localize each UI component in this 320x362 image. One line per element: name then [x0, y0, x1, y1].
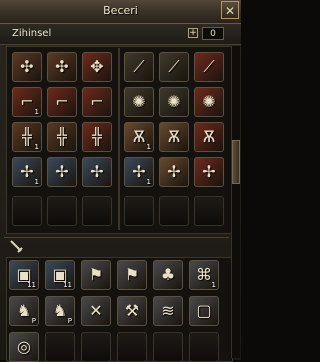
empty-skill-slot[interactable] — [124, 196, 154, 226]
rune-sword-icon: ╬ — [92, 127, 102, 146]
skill-slot[interactable]: ⟋ — [194, 52, 224, 82]
flag-icon: ⚑ — [88, 265, 104, 284]
skill-slot[interactable]: Ѫ1 — [124, 122, 154, 152]
skill-slot[interactable]: ✺ — [159, 87, 189, 117]
skill-slot[interactable]: ✢ — [159, 157, 189, 187]
lock-icon: ▢ — [196, 301, 212, 320]
support-skill-header — [4, 237, 229, 256]
skill-slot[interactable]: ♣ — [153, 260, 183, 290]
skill-slot[interactable]: ✢ — [82, 157, 112, 187]
flag-up-icon: ⚑ — [124, 265, 140, 284]
pinwheel-icon: ✢ — [55, 162, 69, 181]
crossbow-icon: ✕ — [89, 301, 103, 320]
skill-slot[interactable]: ✥ — [82, 52, 112, 82]
skill-slot[interactable]: ✣ — [12, 52, 42, 82]
empty-skill-slot[interactable] — [153, 332, 183, 362]
skill-slot[interactable]: ♞ P — [45, 296, 75, 326]
group-icon: ♣ — [160, 265, 176, 284]
skill-slot[interactable]: ▣ 11 — [45, 260, 75, 290]
skill-slot[interactable]: Ѫ — [159, 122, 189, 152]
sword-icon — [10, 240, 23, 253]
skill-level-badge: 1 — [146, 178, 151, 186]
wheat-icon: ≋ — [161, 301, 175, 320]
empty-skill-slot[interactable] — [47, 196, 77, 226]
skill-slot[interactable]: ⌘ 1 — [189, 260, 219, 290]
empty-skill-slot[interactable] — [82, 196, 112, 226]
add-point-button[interactable]: + — [188, 28, 198, 38]
skill-slot[interactable]: ⚑ — [81, 260, 111, 290]
empty-skill-slot[interactable] — [12, 196, 42, 226]
star-rune-icon: ✺ — [167, 92, 181, 111]
skill-slot[interactable]: ⟋ — [159, 52, 189, 82]
skill-slot[interactable]: Ѫ — [194, 122, 224, 152]
skill-group-bar: Zihinsel + 0 — [0, 24, 241, 45]
skill-level-badge: P — [31, 317, 36, 325]
skill-slot[interactable]: ≋ — [153, 296, 183, 326]
skill-slot[interactable]: ⚒ — [117, 296, 147, 326]
empty-skill-slot[interactable] — [159, 196, 189, 226]
empty-skill-slot[interactable] — [194, 196, 224, 226]
skill-level-badge: 1 — [211, 281, 216, 289]
skill-slot[interactable]: ╬ — [47, 122, 77, 152]
scrollbar[interactable] — [231, 46, 240, 358]
cross-swirl-icon: ✣ — [20, 57, 34, 76]
title-bar[interactable]: Beceri ✕ — [0, 0, 241, 24]
skill-slot[interactable]: ✢ — [47, 157, 77, 187]
skill-slot[interactable]: ⌐ — [47, 87, 77, 117]
panel-divider — [118, 48, 120, 230]
skill-slot[interactable]: ✺ — [194, 87, 224, 117]
skill-slot[interactable]: ✢ 1 — [12, 157, 42, 187]
skill-level-badge: 1 — [34, 108, 39, 116]
pinwheel-icon: ✢ — [90, 162, 104, 181]
empty-skill-slot[interactable] — [81, 332, 111, 362]
skill-slot[interactable]: ✢ 1 — [124, 157, 154, 187]
star-rune-icon: ✺ — [202, 92, 216, 111]
star-rune-icon: ✺ — [132, 92, 146, 111]
boot-icon: ⌐ — [90, 92, 104, 111]
skill-level-badge: P — [67, 317, 72, 325]
skill-level-badge: 11 — [27, 281, 36, 289]
skill-slot[interactable]: ▢ — [189, 296, 219, 326]
skill-slot[interactable]: ✕ — [81, 296, 111, 326]
window-title: Beceri — [103, 4, 138, 17]
skill-level-badge: 1 — [146, 143, 151, 151]
empty-skill-slot[interactable] — [189, 332, 219, 362]
warrior-icon: Ѫ — [202, 127, 216, 146]
blade-icon: ⟋ — [168, 57, 180, 76]
empty-skill-slot[interactable] — [117, 332, 147, 362]
spiral-cross-icon: ✥ — [90, 57, 104, 76]
skill-level-badge: 1 — [34, 178, 39, 186]
skill-level-badge: 11 — [63, 281, 72, 289]
scrollbar-thumb[interactable] — [232, 140, 240, 184]
pinwheel-icon: ✢ — [167, 162, 181, 181]
skill-slot[interactable]: ▣ 11 — [9, 260, 39, 290]
empty-skill-slot[interactable] — [45, 332, 75, 362]
close-button[interactable]: ✕ — [221, 1, 239, 19]
skill-slot[interactable]: ⌐ 1 — [12, 87, 42, 117]
skill-window: Beceri ✕ Zihinsel + 0 ✣ ✣ ✥ ⟋ ⟋ ⟋ ⌐ 1 ⌐ ⌐ ✺ ✺ ✺ ╬ 1 ╬ ╬ Ѫ… — [0, 0, 241, 362]
skill-slot[interactable]: ◎ — [9, 332, 39, 362]
skill-slot[interactable]: ⟋ — [124, 52, 154, 82]
skill-slot[interactable]: ✺ — [124, 87, 154, 117]
pick-icon: ⚒ — [124, 301, 140, 320]
skill-slot[interactable]: ⚑ — [117, 260, 147, 290]
rune-sword-icon: ╬ — [57, 127, 67, 146]
skill-group-label: Zihinsel — [12, 28, 52, 39]
skill-level-badge: 1 — [34, 143, 39, 151]
target-icon: ◎ — [17, 337, 31, 356]
skill-slot[interactable]: ✣ — [47, 52, 77, 82]
pinwheel-icon: ✢ — [202, 162, 216, 181]
skill-slot[interactable]: ✢ — [194, 157, 224, 187]
skill-points-value: 0 — [202, 27, 224, 40]
skill-slot[interactable]: ╬ 1 — [12, 122, 42, 152]
skill-slot[interactable]: ♞ P — [9, 296, 39, 326]
blade-upgrade-icon: ⟋ — [203, 57, 215, 76]
skill-slot[interactable]: ⌐ — [82, 87, 112, 117]
skill-slot[interactable]: ╬ — [82, 122, 112, 152]
warrior-icon: Ѫ — [167, 127, 181, 146]
cross-swirl-icon: ✣ — [55, 57, 69, 76]
boot-icon: ⌐ — [55, 92, 69, 111]
blade-icon: ⟋ — [133, 57, 145, 76]
